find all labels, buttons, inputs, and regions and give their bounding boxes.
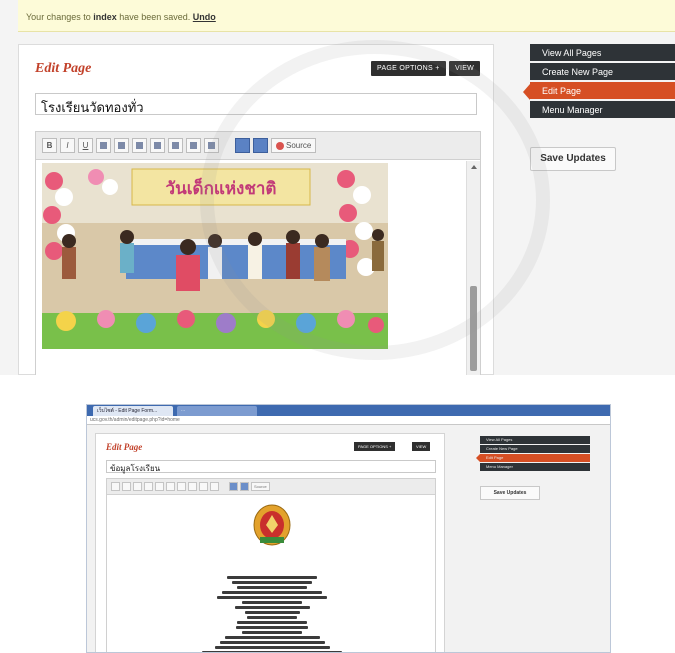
underline-button[interactable]: U [78, 138, 93, 153]
align-right-icon[interactable] [168, 138, 183, 153]
editor-toolbar-bottom: Source [107, 479, 435, 495]
source-button[interactable]: Source [271, 138, 317, 153]
notice-text: Your changes to [26, 12, 94, 22]
bold-button[interactable]: B [42, 138, 57, 153]
cms-screenshot-bottom: เว็บไซต์ - Edit Page Form... ... ucs.gov… [86, 404, 611, 653]
sidebar-item-view-all-pages-bottom[interactable]: View All Pages [480, 436, 590, 444]
align-center-icon[interactable] [150, 138, 165, 153]
underline-icon[interactable] [133, 482, 142, 491]
source-button-bottom[interactable]: Source [251, 482, 270, 491]
scrollbar-thumb[interactable] [470, 286, 477, 371]
source-label: Source [286, 141, 312, 150]
sidebar-item-create-new-page[interactable]: Create New Page [530, 63, 675, 82]
edit-page-panel: Edit Page PAGE OPTIONS + VIEW โรงเรียนวั… [18, 44, 494, 375]
address-bar[interactable]: ucs.gov.th/admin/editpage.php?id=home [87, 416, 610, 425]
edit-page-panel-bottom: Edit Page PAGE OPTIONS + VIEW ข้อมูลโรงเ… [95, 433, 445, 652]
view-button[interactable]: VIEW [449, 61, 481, 76]
school-info-text-lines [107, 574, 437, 652]
sidebar-item-edit-page[interactable]: Edit Page [523, 82, 675, 101]
page-options-button-bottom[interactable]: PAGE OPTIONS + [354, 442, 396, 451]
image-icon[interactable] [229, 482, 238, 491]
notice-page-name: index [93, 12, 117, 22]
notice-text-suffix: have been saved. [116, 12, 193, 22]
media-icon[interactable] [240, 482, 249, 491]
save-updates-button-bottom[interactable]: Save Updates [480, 486, 540, 500]
school-emblem-icon [253, 504, 291, 546]
browser-tab-bar: เว็บไซต์ - Edit Page Form... ... [87, 405, 610, 416]
align-justify-icon[interactable] [199, 482, 208, 491]
source-icon [276, 141, 284, 150]
sidebar-item-menu-manager[interactable]: Menu Manager [530, 101, 675, 120]
ordered-list-icon[interactable] [96, 138, 111, 153]
event-photo: วันเด็กแห่งชาติ [42, 163, 388, 349]
scroll-up-icon[interactable] [471, 165, 477, 169]
page-title: Edit Page [35, 61, 92, 76]
cms-screenshot-top: Your changes to index have been saved. U… [0, 0, 675, 375]
sidebar-item-view-all-pages[interactable]: View All Pages [530, 44, 675, 63]
link-icon[interactable] [204, 138, 219, 153]
align-left-icon[interactable] [132, 138, 147, 153]
view-button-bottom[interactable]: VIEW [412, 442, 431, 451]
page-title-input-bottom[interactable]: ข้อมูลโรงเรียน [106, 460, 436, 473]
saved-notice: Your changes to index have been saved. U… [18, 0, 675, 32]
align-justify-icon[interactable] [186, 138, 201, 153]
page-title-input[interactable]: โรงเรียนวัดทองทั่ว [35, 93, 477, 115]
ordered-list-icon[interactable] [144, 482, 153, 491]
rich-text-editor[interactable]: B I U Source วันเด็กแห่งชาติ [35, 131, 481, 375]
undo-link[interactable]: Undo [193, 12, 216, 22]
sidebar-nav-bottom: View All Pages Create New Page Edit Page… [476, 436, 590, 472]
italic-button[interactable]: I [60, 138, 75, 153]
italic-icon[interactable] [122, 482, 131, 491]
page-title-bottom: Edit Page [106, 442, 143, 452]
link-icon[interactable] [210, 482, 219, 491]
page-options-button[interactable]: PAGE OPTIONS + [371, 61, 446, 76]
sidebar-item-menu-manager-bottom[interactable]: Menu Manager [480, 463, 590, 471]
unordered-list-icon[interactable] [155, 482, 164, 491]
align-right-icon[interactable] [188, 482, 197, 491]
sidebar-item-edit-page-bottom[interactable]: Edit Page [476, 454, 590, 462]
editor-toolbar: B I U Source [36, 132, 480, 160]
editor-content[interactable]: วันเด็กแห่งชาติ [36, 161, 466, 375]
sidebar-item-create-new-page-bottom[interactable]: Create New Page [480, 445, 590, 453]
align-left-icon[interactable] [166, 482, 175, 491]
media-icon[interactable] [253, 138, 268, 153]
image-icon[interactable] [235, 138, 250, 153]
banner-text: วันเด็กแห่งชาติ [166, 176, 277, 199]
sidebar-nav: View All Pages Create New Page Edit Page… [523, 44, 675, 120]
save-updates-button[interactable]: Save Updates [530, 147, 616, 171]
bold-icon[interactable] [111, 482, 120, 491]
browser-tab-active[interactable]: เว็บไซต์ - Edit Page Form... [93, 406, 173, 416]
align-center-icon[interactable] [177, 482, 186, 491]
rich-text-editor-bottom[interactable]: Source [106, 478, 437, 652]
unordered-list-icon[interactable] [114, 138, 129, 153]
browser-tab-inactive[interactable]: ... [177, 406, 257, 416]
editor-scrollbar[interactable] [466, 161, 480, 375]
